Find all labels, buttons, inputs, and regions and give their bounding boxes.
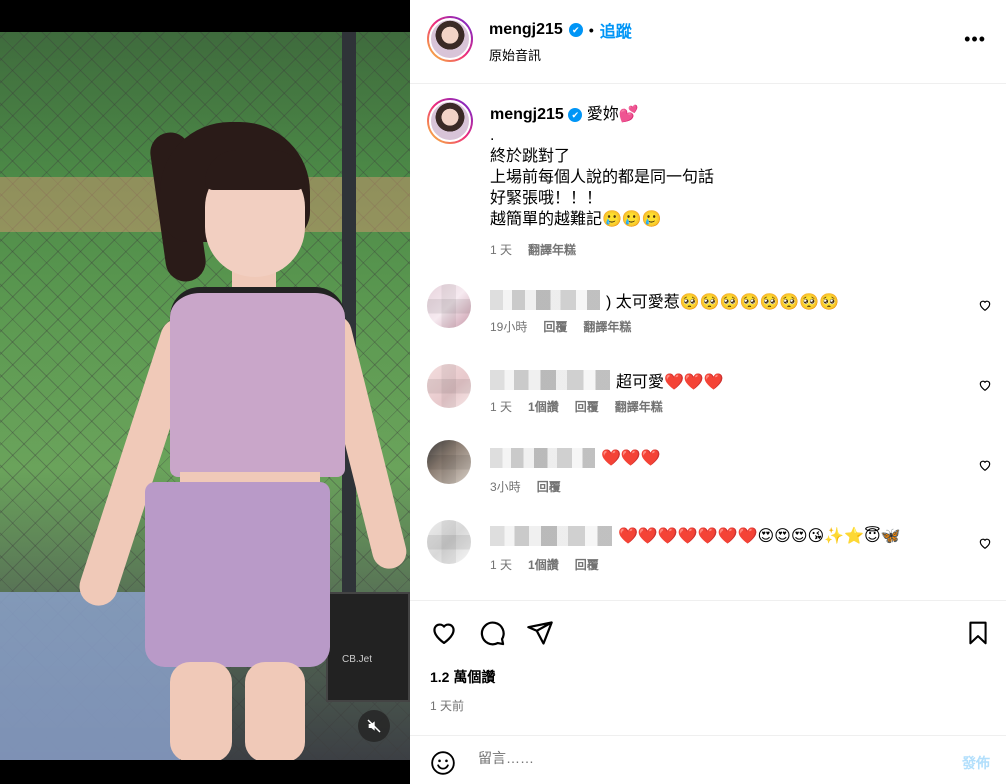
- comment-composer: 發佈: [410, 735, 1006, 784]
- caption-text: 愛妳💕: [586, 106, 639, 123]
- dancer-leg: [245, 662, 305, 760]
- post-video[interactable]: CB.Jet: [0, 0, 410, 784]
- dancer-shorts: [145, 482, 330, 667]
- mute-button[interactable]: [358, 710, 390, 742]
- like-comment-icon[interactable]: [978, 536, 992, 550]
- comment-time: 19小時: [490, 320, 528, 334]
- post-panel: mengj215 ✔ • 追蹤 原始音訊 ••• mengj215 ✔ 愛妳💕 …: [410, 0, 1006, 784]
- blurred-username[interactable]: [490, 370, 610, 390]
- translate-button[interactable]: 翻譯年糕: [583, 318, 631, 335]
- dancer-top: [170, 287, 345, 477]
- comment-item: 超可愛❤️❤️❤️ 1 天 1個讚 回覆 翻譯年糕: [410, 360, 1006, 430]
- avatar[interactable]: [427, 98, 473, 144]
- avatar[interactable]: [427, 364, 471, 408]
- comment-text: 超可愛❤️❤️❤️: [490, 368, 724, 392]
- verified-badge-icon: ✔: [568, 107, 583, 122]
- speaker-box: CB.Jet: [326, 592, 410, 702]
- comment-item: ❤️❤️❤️ 3小時 回覆: [410, 440, 1006, 510]
- dancer-leg: [170, 662, 232, 760]
- reply-button[interactable]: 回覆: [537, 478, 561, 495]
- caption-line: .: [490, 127, 495, 144]
- comment-text: ❤️❤️❤️❤️❤️❤️❤️😍😍😍😘✨⭐😇🦋: [490, 526, 901, 546]
- caption-line: 越簡單的越難記🥲🥲🥲: [490, 211, 662, 228]
- share-icon[interactable]: [526, 619, 554, 647]
- reply-button[interactable]: 回覆: [575, 556, 599, 573]
- caption-line: 上場前每個人說的都是同一句話: [490, 169, 715, 186]
- reply-button[interactable]: 回覆: [575, 398, 599, 415]
- comment-likes[interactable]: 1個讚: [528, 398, 559, 415]
- dancer-bangs: [205, 150, 305, 190]
- comment-body: ❤️❤️❤️: [601, 450, 661, 467]
- caption-time: 1 天: [490, 243, 513, 257]
- avatar[interactable]: [427, 284, 471, 328]
- blurred-username[interactable]: [490, 290, 600, 310]
- follow-button[interactable]: 追蹤: [600, 18, 632, 42]
- comment-item: ) 太可愛惹🥺🥺🥺🥺🥺🥺🥺🥺 19小時 回覆 翻譯年糕: [410, 280, 1006, 350]
- avatar[interactable]: [427, 520, 471, 564]
- post-header: mengj215 ✔ • 追蹤 原始音訊 •••: [410, 0, 1006, 84]
- comment-meta: 3小時 回覆: [490, 478, 561, 495]
- comment-time: 1 天: [490, 400, 513, 414]
- comment-text: ) 太可愛惹🥺🥺🥺🥺🥺🥺🥺🥺: [490, 288, 839, 312]
- comment-body: 超可愛❤️❤️❤️: [616, 374, 724, 391]
- blurred-username[interactable]: [490, 448, 595, 468]
- username-link[interactable]: mengj215: [489, 21, 563, 39]
- bookmark-icon[interactable]: [965, 619, 991, 647]
- caption-line: 終於跳對了: [490, 148, 571, 165]
- like-comment-icon[interactable]: [978, 458, 992, 472]
- video-frame: CB.Jet: [0, 32, 410, 760]
- comment-meta: 19小時 回覆 翻譯年糕: [490, 318, 631, 335]
- caption-body: mengj215 ✔ 愛妳💕 . 終於跳對了 上場前每個人說的都是同一句話 好緊…: [490, 104, 970, 261]
- like-count[interactable]: 1.2 萬個讚: [430, 667, 495, 687]
- post-time[interactable]: 1 天前: [430, 697, 464, 714]
- caption-first-line: mengj215 ✔ 愛妳💕: [490, 104, 970, 125]
- comment-likes[interactable]: 1個讚: [528, 556, 559, 573]
- caption-line: 好緊張哦！！！: [490, 190, 603, 207]
- caption-meta: 1 天 翻譯年糕: [490, 240, 970, 261]
- heart-icon[interactable]: [430, 619, 458, 647]
- translate-button[interactable]: 翻譯年糕: [528, 240, 576, 261]
- translate-button[interactable]: 翻譯年糕: [615, 398, 663, 415]
- emoji-icon[interactable]: [430, 750, 456, 776]
- avatar[interactable]: [427, 440, 471, 484]
- post-comment-button[interactable]: 發佈: [962, 753, 990, 773]
- verified-badge-icon: ✔: [568, 23, 583, 37]
- comment-input[interactable]: [478, 750, 928, 766]
- comment-time: 1 天: [490, 558, 513, 572]
- like-comment-icon[interactable]: [978, 378, 992, 392]
- comment-meta: 1 天 1個讚 回覆 翻譯年糕: [490, 398, 663, 415]
- comment-item: ❤️❤️❤️❤️❤️❤️❤️😍😍😍😘✨⭐😇🦋 1 天 1個讚 回覆: [410, 518, 1006, 588]
- comment-time: 3小時: [490, 480, 521, 494]
- comment-icon[interactable]: [478, 619, 506, 647]
- reply-button[interactable]: 回覆: [543, 318, 567, 335]
- speaker-muted-icon: [367, 719, 381, 733]
- blurred-username[interactable]: [490, 526, 612, 546]
- like-comment-icon[interactable]: [978, 298, 992, 312]
- header-user-line: mengj215 ✔ • 追蹤: [489, 18, 632, 42]
- post-actions: 1.2 萬個讚 1 天前: [410, 600, 1006, 713]
- comment-text: ❤️❤️❤️: [490, 448, 661, 468]
- comment-meta: 1 天 1個讚 回覆: [490, 556, 599, 573]
- comment-body: ) 太可愛惹🥺🥺🥺🥺🥺🥺🥺🥺: [606, 294, 840, 311]
- audio-label[interactable]: 原始音訊: [489, 45, 541, 64]
- separator-dot: •: [588, 22, 594, 38]
- avatar[interactable]: [427, 16, 473, 62]
- comment-body: ❤️❤️❤️❤️❤️❤️❤️😍😍😍😘✨⭐😇🦋: [618, 528, 901, 545]
- caption-username[interactable]: mengj215: [490, 106, 564, 123]
- more-options-button[interactable]: •••: [964, 30, 986, 48]
